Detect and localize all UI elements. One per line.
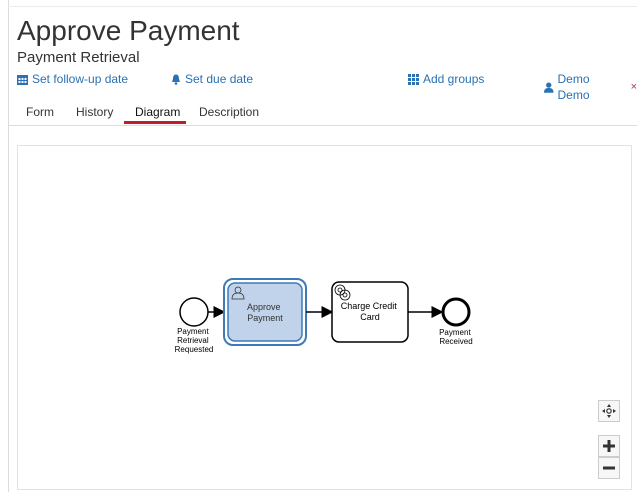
user-task-label-line1: Approve [247, 302, 281, 312]
tab-form[interactable]: Form [26, 104, 54, 120]
add-groups-label: Add groups [423, 72, 485, 86]
bell-icon [172, 74, 180, 85]
zoom-out-button[interactable] [598, 457, 620, 479]
set-due-date-link[interactable]: Set due date [171, 71, 253, 87]
process-name: Payment Retrieval [17, 49, 140, 66]
svg-text:Approve Payment: Approve Payment [247, 302, 283, 323]
calendar-icon [17, 74, 28, 85]
panel-top-border [8, 6, 637, 7]
minus-icon [603, 466, 615, 470]
user-task-label-line2: Payment [247, 313, 283, 323]
user-task-approve-payment[interactable]: Approve Payment [223, 278, 307, 346]
assignee-link[interactable]: Demo Demo × [544, 71, 637, 103]
remove-assignee-button[interactable]: × [631, 79, 637, 95]
task-title: Approve Payment [17, 15, 240, 46]
add-groups-link[interactable]: Add groups [408, 71, 484, 87]
user-icon [544, 81, 554, 93]
end-event-label: Payment Received [439, 328, 473, 346]
grid-icon [408, 73, 419, 85]
move-icon [602, 404, 616, 418]
task-tabs: Form History Diagram Description [9, 100, 637, 126]
follow-up-label: Set follow-up date [32, 72, 129, 86]
set-follow-up-date-link[interactable]: Set follow-up date [17, 71, 128, 87]
service-task-charge-credit-card[interactable]: Charge Credit Card [331, 281, 409, 343]
tab-diagram[interactable]: Diagram [135, 104, 180, 120]
start-event-label: Payment Retrieval Requested [175, 327, 214, 354]
reset-zoom-button[interactable] [598, 400, 620, 422]
tab-description[interactable]: Description [199, 104, 259, 120]
zoom-in-button[interactable] [598, 435, 620, 457]
service-task-label-line1: Charge Credit [341, 301, 398, 311]
end-event[interactable] [441, 297, 471, 327]
start-event[interactable] [179, 297, 209, 327]
service-task-label-line2: Card [360, 312, 380, 322]
assignee-label: Demo Demo [557, 72, 590, 102]
tab-history[interactable]: History [76, 104, 113, 120]
active-tab-indicator [124, 121, 186, 124]
panel-left-border [8, 0, 9, 492]
diagram-canvas[interactable]: Payment Retrieval Requested Approve Paym… [17, 145, 632, 490]
due-date-label: Set due date [185, 72, 254, 86]
plus-icon [603, 440, 615, 452]
bpmn-diagram: Payment Retrieval Requested Approve Paym… [175, 278, 473, 354]
